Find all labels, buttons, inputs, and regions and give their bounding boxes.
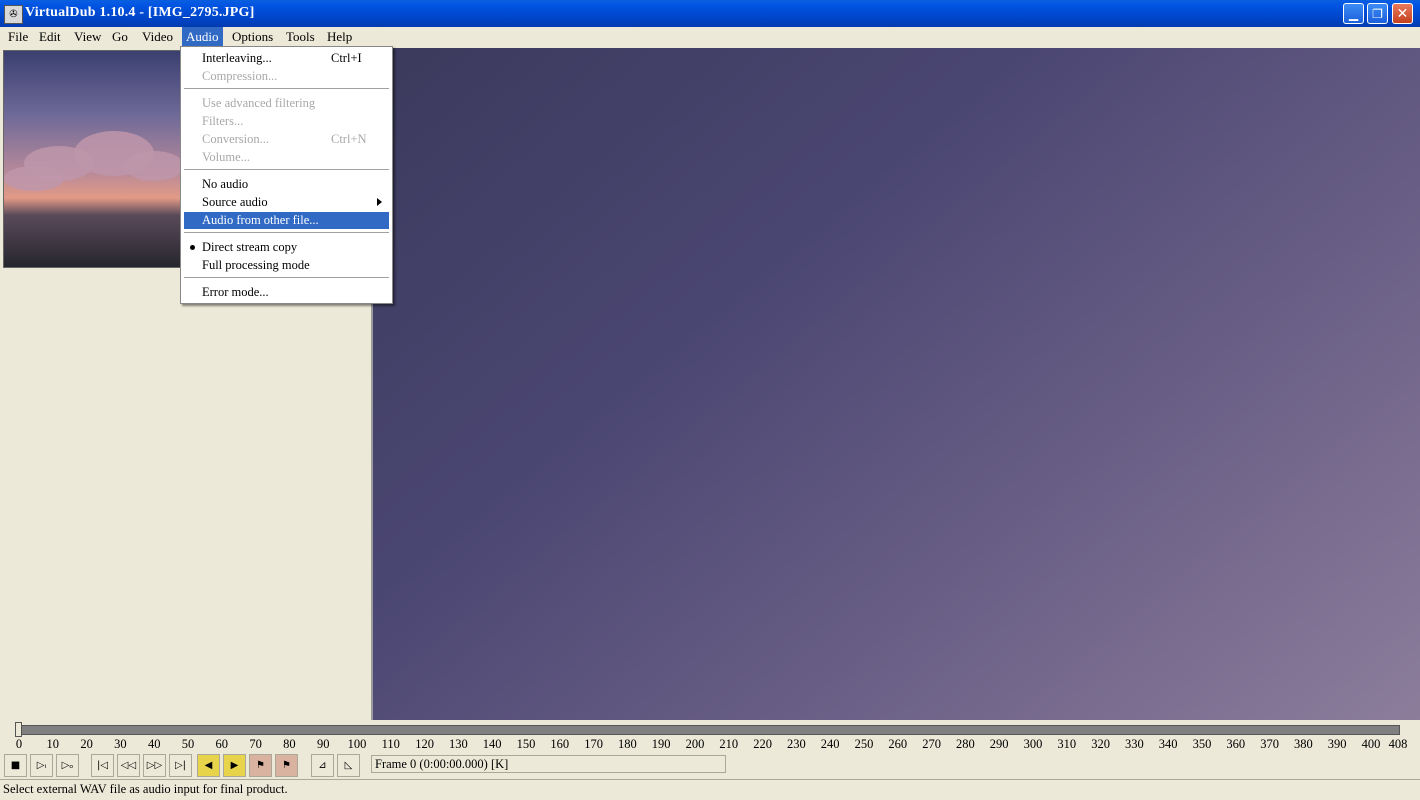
- menu-separator: [184, 88, 389, 90]
- next-scene-icon[interactable]: ▶: [223, 754, 246, 777]
- timeline-tick-label: 100: [347, 737, 367, 751]
- menu-item-volume: Volume...: [202, 150, 251, 164]
- timeline-tick-label: 400: [1361, 737, 1381, 751]
- timeline-tick-label: 270: [922, 737, 941, 751]
- menu-item-full-processing-mode[interactable]: Full processing mode: [184, 257, 389, 274]
- menu-edit[interactable]: Edit: [35, 27, 65, 47]
- menu-item-interleaving[interactable]: Interleaving... Ctrl+I: [184, 50, 389, 67]
- submenu-arrow-icon: [377, 198, 382, 206]
- menu-bar: File Edit View Go Video Audio Options To…: [0, 27, 1420, 47]
- timeline-tick-label: 280: [955, 737, 975, 751]
- window-title: VirtualDub 1.10.4 - [IMG_2795.JPG]: [25, 5, 255, 20]
- start-icon[interactable]: |◁: [91, 754, 114, 777]
- mark-start-icon[interactable]: ⊿: [311, 754, 334, 777]
- status-bar: Select external WAV file as audio input …: [0, 779, 1420, 800]
- timeline-tick-label: 30: [114, 737, 127, 751]
- menu-item-advanced-filtering: Use advanced filtering: [202, 96, 316, 110]
- timeline-tick-label: 180: [618, 737, 637, 751]
- timeline-tick-label: 240: [820, 737, 840, 751]
- menu-separator: [184, 169, 389, 171]
- timeline-tick-label: 10: [46, 737, 60, 751]
- timeline-tick-label: 310: [1057, 737, 1077, 751]
- timeline-tick-label: 300: [1023, 737, 1043, 751]
- timeline-tick-label: 230: [787, 737, 806, 751]
- timeline-tick-label: 360: [1226, 737, 1246, 751]
- timeline-tick-label: 70: [249, 737, 262, 751]
- timeline-tick-label: 110: [381, 737, 400, 751]
- timeline-tick-label: 380: [1293, 737, 1313, 751]
- menu-item-conversion: Conversion... Ctrl+N: [202, 132, 367, 146]
- timeline-track[interactable]: [18, 725, 1400, 735]
- menu-options[interactable]: Options: [228, 27, 277, 47]
- restore-button[interactable]: ❐: [1367, 3, 1388, 24]
- stop-icon[interactable]: ■: [4, 754, 27, 777]
- close-button[interactable]: ✕: [1392, 3, 1413, 24]
- timeline-tick-label: 340: [1158, 737, 1178, 751]
- menu-help[interactable]: Help: [323, 27, 356, 47]
- output-video-frame: [371, 48, 1420, 720]
- menu-item-error-mode[interactable]: Error mode...: [184, 284, 389, 301]
- timeline-tick-label: 130: [449, 737, 468, 751]
- menu-item-direct-stream-copy[interactable]: Direct stream copy: [184, 239, 389, 256]
- timeline-slider-thumb[interactable]: [15, 722, 22, 737]
- timeline-tick-label: 290: [989, 737, 1009, 751]
- mark-out-icon[interactable]: ⚑: [275, 754, 298, 777]
- play-output-icon[interactable]: ▷ₒ: [56, 754, 79, 777]
- menu-item-filters: Filters...: [202, 114, 244, 128]
- menu-audio[interactable]: Audio: [182, 27, 223, 47]
- timeline-tick-label: 200: [685, 737, 705, 751]
- timeline-tick-label: 260: [888, 737, 908, 751]
- menu-file[interactable]: File: [4, 27, 32, 47]
- frame-position-display: Frame 0 (0:00:00.000) [K]: [371, 755, 726, 773]
- menu-item-audio-from-other-file[interactable]: Audio from other file...: [184, 212, 389, 229]
- timeline-tick-label: 408: [1388, 737, 1408, 751]
- timeline-tick-label: 220: [753, 737, 772, 751]
- end-icon[interactable]: ▷|: [169, 754, 192, 777]
- menu-item-no-audio[interactable]: No audio: [184, 176, 389, 193]
- timeline-tick-label: 210: [719, 737, 739, 751]
- radio-bullet-icon: [190, 245, 195, 250]
- timeline-tick-label: 120: [415, 737, 434, 751]
- menu-video[interactable]: Video: [138, 27, 177, 47]
- timeline-tick-label: 250: [854, 737, 874, 751]
- timeline-tick-label: 20: [80, 737, 93, 751]
- timeline-tick-label: 190: [651, 737, 671, 751]
- timeline-tick-label: 90: [316, 737, 330, 751]
- timeline-tick-label: 370: [1260, 737, 1279, 751]
- timeline-tick-label: 160: [550, 737, 570, 751]
- prev-scene-icon[interactable]: ◀: [197, 754, 220, 777]
- next-key-icon[interactable]: ▷▷: [143, 754, 166, 777]
- app-icon[interactable]: ✇: [4, 5, 23, 24]
- mark-end-icon[interactable]: ◺: [337, 754, 360, 777]
- mark-in-icon[interactable]: ⚑: [249, 754, 272, 777]
- menu-view[interactable]: View: [70, 27, 105, 47]
- timeline-tick-label: 80: [283, 737, 296, 751]
- timeline-tick-label: 330: [1124, 737, 1144, 751]
- timeline-tick-label: 60: [215, 737, 229, 751]
- timeline-tick-label: 50: [181, 737, 195, 751]
- timeline-tick-label: 40: [147, 737, 161, 751]
- menu-separator: [184, 277, 389, 279]
- timeline-tick-label: 140: [482, 737, 502, 751]
- menu-separator: [184, 232, 389, 234]
- timeline-tick-label: 320: [1091, 737, 1110, 751]
- menu-item-compression: Compression...: [202, 69, 278, 83]
- timeline-tick-label: 0: [15, 737, 23, 751]
- minimize-button[interactable]: ▁: [1343, 3, 1364, 24]
- audio-menu-dropdown: Interleaving... Ctrl+I Compression... Use…: [180, 46, 393, 304]
- title-bar: ✇ VirtualDub 1.10.4 - [IMG_2795.JPG] ▁ ❐…: [0, 0, 1420, 27]
- timeline-tick-label: 170: [584, 737, 603, 751]
- timeline-tick-label: 350: [1192, 737, 1212, 751]
- timeline-tick-label: 390: [1327, 737, 1347, 751]
- input-video-frame: [3, 50, 184, 268]
- prev-key-icon[interactable]: ◁◁: [117, 754, 140, 777]
- play-input-icon[interactable]: ▷ᵢ: [30, 754, 53, 777]
- timeline-tick-label: 150: [516, 737, 536, 751]
- menu-item-source-audio[interactable]: Source audio: [184, 194, 389, 211]
- menu-go[interactable]: Go: [108, 27, 132, 47]
- menu-tools[interactable]: Tools: [282, 27, 319, 47]
